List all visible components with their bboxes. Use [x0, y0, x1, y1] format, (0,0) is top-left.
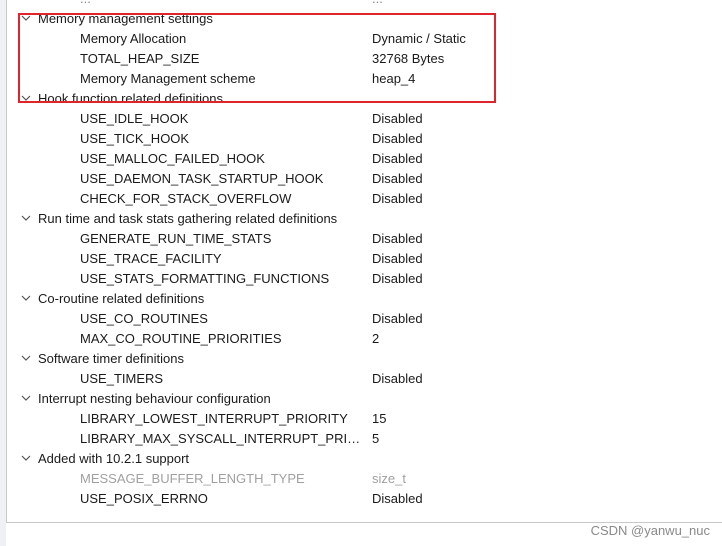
param-value: Disabled: [372, 151, 423, 166]
chevron-down-icon[interactable]: [20, 209, 32, 229]
param-name: LIBRARY_MAX_SYSCALL_INTERRUPT_PRIO...: [80, 431, 365, 446]
chevron-down-icon[interactable]: [20, 89, 32, 109]
group-row[interactable]: Software timer definitions: [7, 349, 722, 369]
watermark: CSDN @yanwu_nuc: [590, 523, 710, 538]
param-value: Disabled: [372, 491, 423, 506]
group-label: Hook function related definitions: [38, 91, 224, 106]
param-name: LIBRARY_LOWEST_INTERRUPT_PRIORITY: [80, 411, 348, 426]
param-value: heap_4: [372, 71, 416, 86]
chevron-down-icon[interactable]: [20, 389, 32, 409]
param-name: USE_TICK_HOOK: [80, 131, 190, 146]
param-row[interactable]: USE_POSIX_ERRNO Disabled: [7, 489, 722, 509]
param-value: size_t: [372, 471, 406, 486]
param-row[interactable]: USE_IDLE_HOOK Disabled: [7, 109, 722, 129]
param-row[interactable]: USE_TICK_HOOK Disabled: [7, 129, 722, 149]
param-name: CHECK_FOR_STACK_OVERFLOW: [80, 191, 292, 206]
parameter-tree: ... ... Memory management settings Memory…: [7, 0, 722, 509]
param-row[interactable]: LIBRARY_MAX_SYSCALL_INTERRUPT_PRIO... 5: [7, 429, 722, 449]
group-label: Added with 10.2.1 support: [38, 451, 190, 466]
param-row[interactable]: Memory Allocation Dynamic / Static: [7, 29, 722, 49]
param-name: USE_TIMERS: [80, 371, 164, 386]
param-value: 5: [372, 431, 380, 446]
chevron-down-icon[interactable]: [20, 9, 32, 29]
param-row[interactable]: USE_TIMERS Disabled: [7, 369, 722, 389]
group-label: Run time and task stats gathering relate…: [38, 211, 338, 226]
param-row[interactable]: USE_MALLOC_FAILED_HOOK Disabled: [7, 149, 722, 169]
param-name: USE_STATS_FORMATTING_FUNCTIONS: [80, 271, 330, 286]
group-row[interactable]: Hook function related definitions: [7, 89, 722, 109]
group-row[interactable]: Run time and task stats gathering relate…: [7, 209, 722, 229]
param-row[interactable]: CHECK_FOR_STACK_OVERFLOW Disabled: [7, 189, 722, 209]
param-value: Disabled: [372, 231, 423, 246]
param-row[interactable]: MESSAGE_BUFFER_LENGTH_TYPE size_t: [7, 469, 722, 489]
param-name: USE_MALLOC_FAILED_HOOK: [80, 151, 265, 166]
param-row[interactable]: Memory Management scheme heap_4: [7, 69, 722, 89]
group-row[interactable]: Memory management settings: [7, 9, 722, 29]
group-label: Interrupt nesting behaviour configuratio…: [38, 391, 271, 406]
param-value: Disabled: [372, 271, 423, 286]
param-row[interactable]: GENERATE_RUN_TIME_STATS Disabled: [7, 229, 722, 249]
param-name: Memory Allocation: [80, 31, 187, 46]
cut-off-param-row[interactable]: ... ...: [7, 0, 722, 9]
param-name: USE_IDLE_HOOK: [80, 111, 189, 126]
param-value: Disabled: [372, 111, 423, 126]
param-row[interactable]: USE_DAEMON_TASK_STARTUP_HOOK Disabled: [7, 169, 722, 189]
param-row[interactable]: TOTAL_HEAP_SIZE 32768 Bytes: [7, 49, 722, 69]
param-name: MAX_CO_ROUTINE_PRIORITIES: [80, 331, 282, 346]
param-name: ...: [80, 0, 365, 9]
param-value: 32768 Bytes: [372, 51, 445, 66]
param-value: Disabled: [372, 131, 423, 146]
param-row[interactable]: USE_TRACE_FACILITY Disabled: [7, 249, 722, 269]
param-value: Dynamic / Static: [372, 31, 466, 46]
param-value: Disabled: [372, 251, 423, 266]
param-value: 2: [372, 331, 380, 346]
param-value: Disabled: [372, 311, 423, 326]
group-label: Co-routine related definitions: [38, 291, 205, 306]
param-name: GENERATE_RUN_TIME_STATS: [80, 231, 272, 246]
param-name: USE_DAEMON_TASK_STARTUP_HOOK: [80, 171, 324, 186]
chevron-down-icon[interactable]: [20, 289, 32, 309]
group-row[interactable]: Interrupt nesting behaviour configuratio…: [7, 389, 722, 409]
param-name: TOTAL_HEAP_SIZE: [80, 51, 200, 66]
group-label: Memory management settings: [38, 11, 213, 26]
param-name: MESSAGE_BUFFER_LENGTH_TYPE: [80, 471, 305, 486]
param-name: USE_TRACE_FACILITY: [80, 251, 222, 266]
param-row[interactable]: MAX_CO_ROUTINE_PRIORITIES 2: [7, 329, 722, 349]
param-row[interactable]: USE_CO_ROUTINES Disabled: [7, 309, 722, 329]
param-row[interactable]: LIBRARY_LOWEST_INTERRUPT_PRIORITY 15: [7, 409, 722, 429]
group-label: Software timer definitions: [38, 351, 184, 366]
param-value: Disabled: [372, 191, 423, 206]
chevron-down-icon[interactable]: [20, 349, 32, 369]
config-parameters-panel: ... ... Memory management settings Memory…: [0, 0, 722, 546]
param-value: ...: [372, 0, 383, 9]
param-value: Disabled: [372, 371, 423, 386]
param-name: USE_POSIX_ERRNO: [80, 491, 208, 506]
param-row[interactable]: USE_STATS_FORMATTING_FUNCTIONS Disabled: [7, 269, 722, 289]
param-name: USE_CO_ROUTINES: [80, 311, 208, 326]
param-value: 15: [372, 411, 387, 426]
group-row[interactable]: Co-routine related definitions: [7, 289, 722, 309]
group-row[interactable]: Added with 10.2.1 support: [7, 449, 722, 469]
param-name: Memory Management scheme: [80, 71, 256, 86]
param-value: Disabled: [372, 171, 423, 186]
chevron-down-icon[interactable]: [20, 449, 32, 469]
